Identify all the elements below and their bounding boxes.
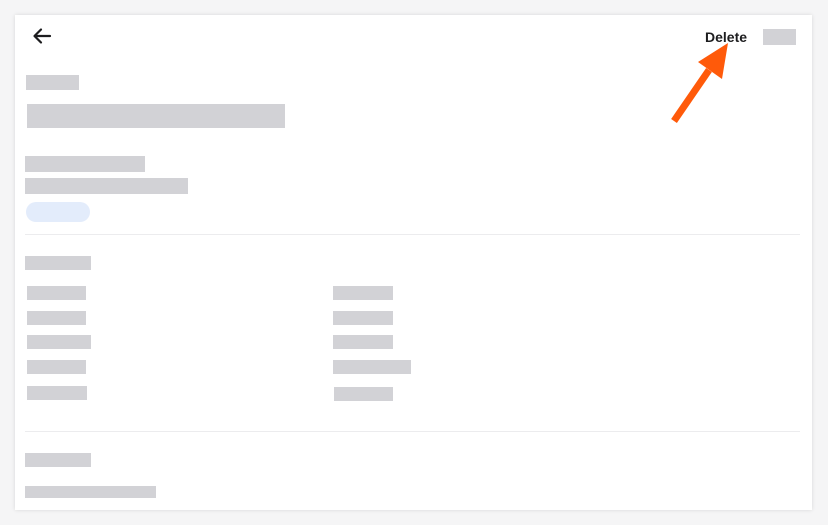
details-left-row-1 bbox=[27, 286, 86, 300]
subtitle-line-1-placeholder bbox=[25, 156, 145, 172]
section-2-heading-placeholder bbox=[25, 453, 91, 467]
section-divider-2 bbox=[25, 431, 800, 432]
record-label-placeholder bbox=[26, 75, 79, 90]
more-actions-placeholder[interactable] bbox=[763, 29, 796, 45]
details-right-row-5 bbox=[334, 387, 393, 401]
delete-button[interactable]: Delete bbox=[703, 27, 749, 47]
details-left-row-5 bbox=[27, 386, 87, 400]
record-title-placeholder bbox=[27, 104, 285, 128]
back-button[interactable] bbox=[31, 25, 53, 47]
details-right-row-2 bbox=[333, 311, 393, 325]
section-2-row-1-placeholder bbox=[25, 486, 156, 498]
details-left-row-3 bbox=[27, 335, 91, 349]
status-badge bbox=[26, 202, 90, 222]
details-right-row-4 bbox=[333, 360, 411, 374]
detail-card: Delete bbox=[15, 15, 812, 510]
details-right-row-3 bbox=[333, 335, 393, 349]
details-right-row-1 bbox=[333, 286, 393, 300]
details-left-row-4 bbox=[27, 360, 86, 374]
details-heading-placeholder bbox=[25, 256, 91, 270]
arrow-left-icon bbox=[33, 28, 52, 44]
section-divider-1 bbox=[25, 234, 800, 235]
details-left-row-2 bbox=[27, 311, 86, 325]
subtitle-line-2-placeholder bbox=[25, 178, 188, 194]
